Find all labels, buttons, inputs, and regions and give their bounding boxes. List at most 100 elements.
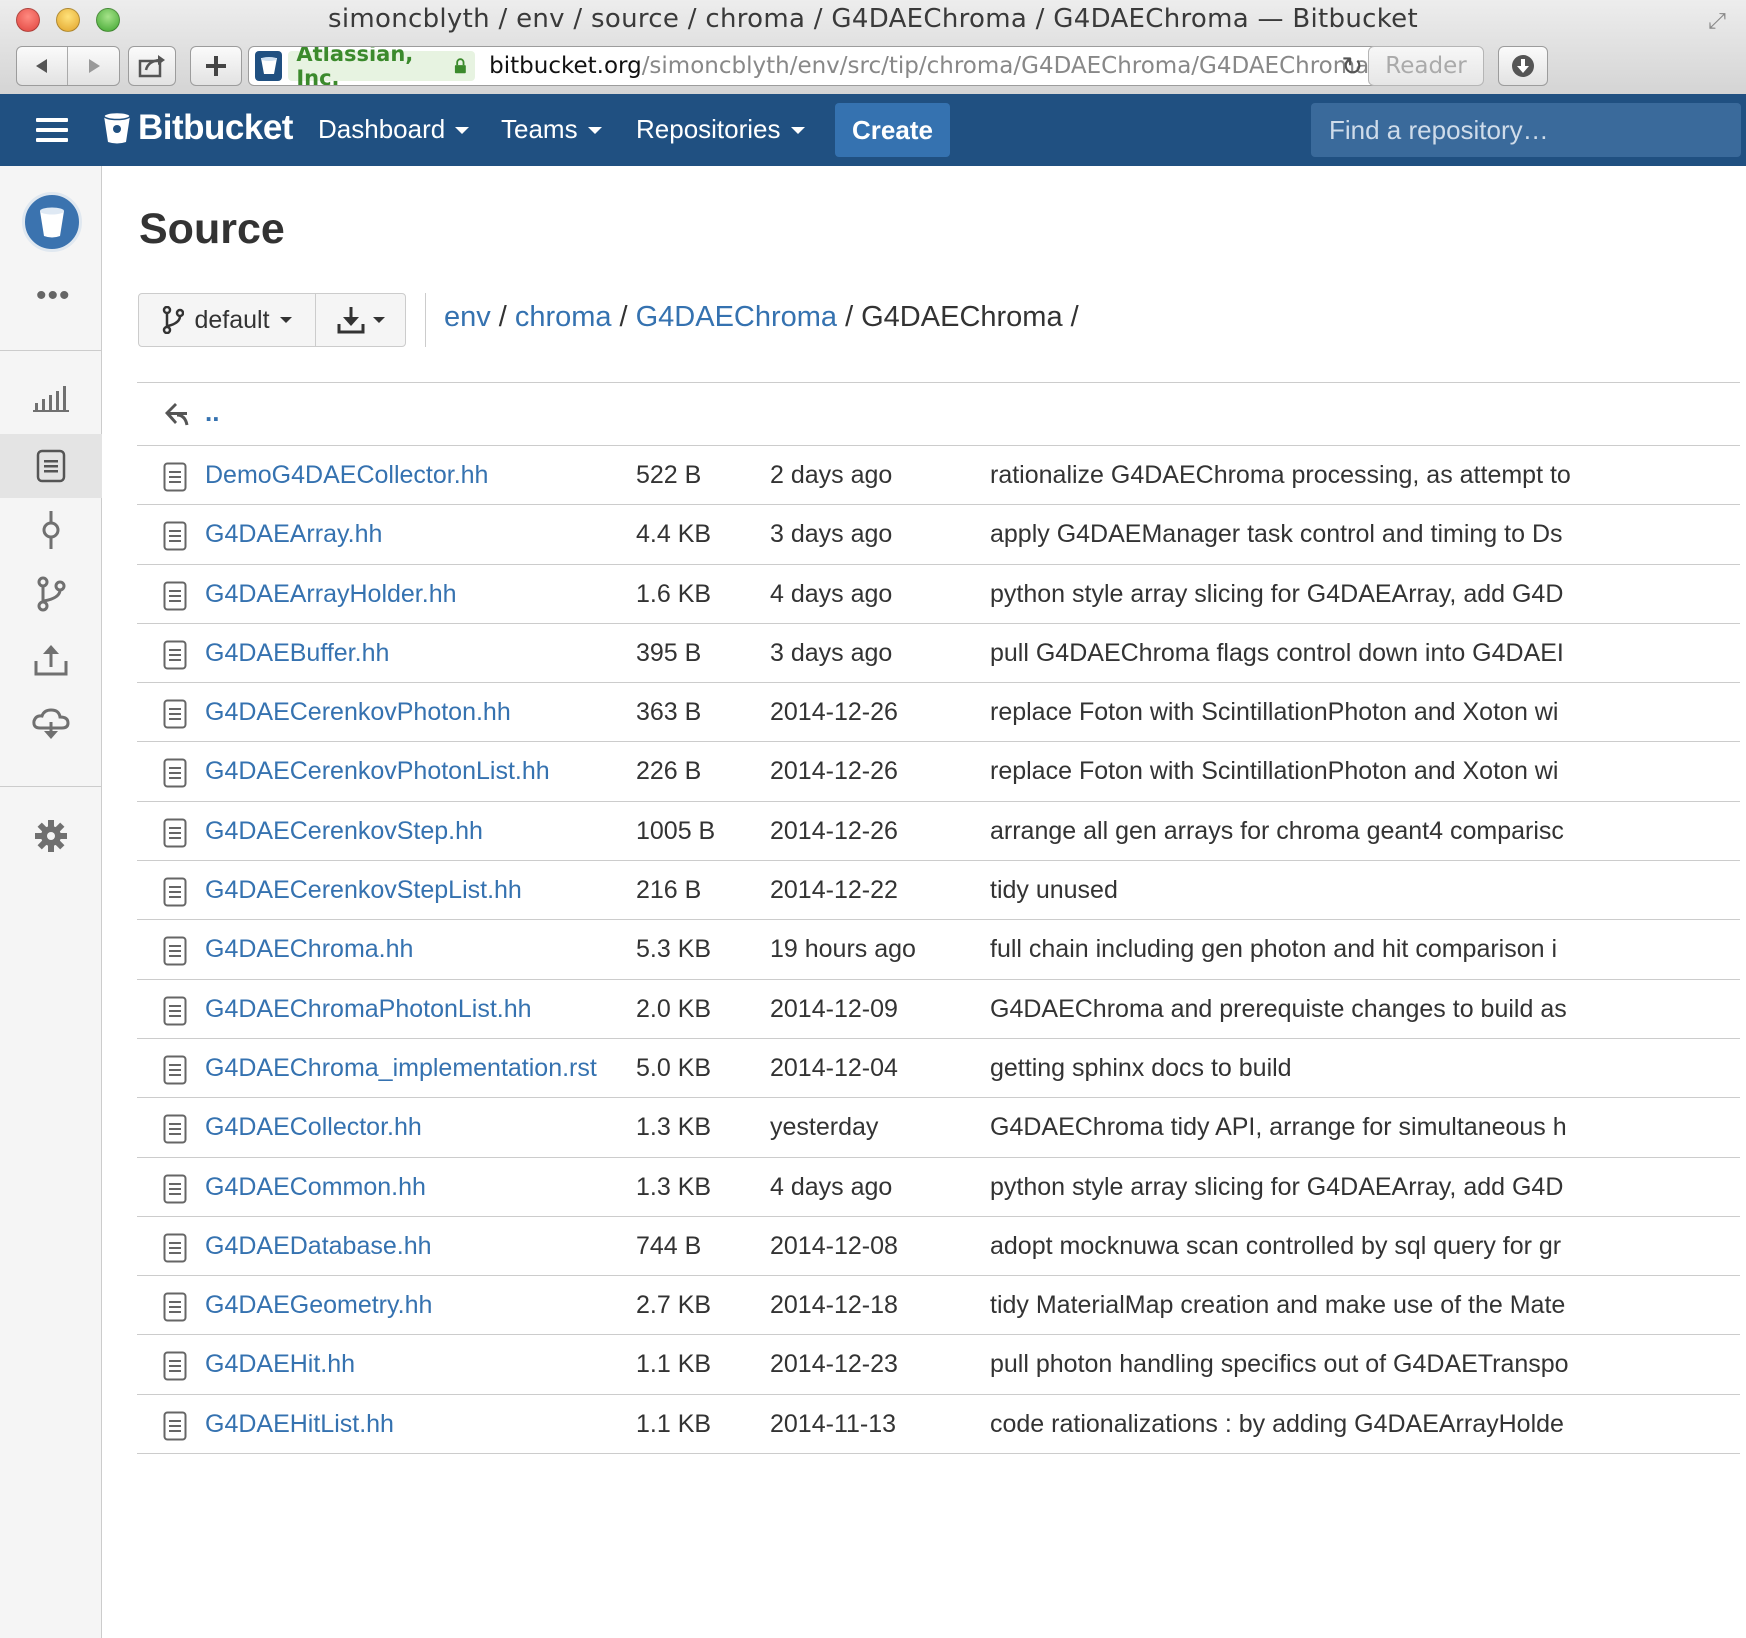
file-name-link[interactable]: DemoG4DAECollector.hh xyxy=(205,461,488,490)
file-name-link[interactable]: G4DAECerenkovPhoton.hh xyxy=(205,698,511,727)
fullscreen-icon[interactable]: ⤢ xyxy=(1702,6,1732,36)
file-row[interactable]: G4DAECerenkovStep.hh 1005 B 2014-12-26 arra… xyxy=(137,802,1746,862)
file-row[interactable]: G4DAECerenkovPhotonList.hh 226 B 2014-12-2… xyxy=(137,742,1746,802)
file-date: 2014-12-04 xyxy=(770,1053,898,1082)
breadcrumb-separator: / xyxy=(1070,301,1079,333)
file-row[interactable]: G4DAECollector.hh 1.3 KB yesterday G4DAEChr… xyxy=(137,1098,1746,1158)
downloads-button[interactable] xyxy=(1498,46,1548,86)
file-icon xyxy=(163,1351,187,1381)
file-row[interactable]: G4DAECerenkovStepList.hh 216 B 2014-12-22 t… xyxy=(137,861,1746,921)
file-size: 1.1 KB xyxy=(636,1350,712,1379)
parent-directory-link[interactable]: .. xyxy=(205,397,219,428)
download-repo-button[interactable] xyxy=(316,294,405,346)
file-name-link[interactable]: G4DAEHit.hh xyxy=(205,1350,355,1379)
nav-repositories[interactable]: Repositories xyxy=(636,114,805,145)
sidebar-item-commits[interactable] xyxy=(0,498,102,562)
upload-tray-icon xyxy=(34,645,68,676)
sidebar-divider xyxy=(0,786,102,787)
branch-toolbar: default xyxy=(138,293,406,347)
share-button[interactable] xyxy=(128,46,176,86)
sidebar-divider xyxy=(0,350,102,351)
file-icon xyxy=(163,877,187,907)
file-name-link[interactable]: G4DAECerenkovStep.hh xyxy=(205,817,483,846)
new-tab-button[interactable] xyxy=(190,46,242,86)
menu-hamburger-icon[interactable] xyxy=(36,118,68,142)
nav-dashboard[interactable]: Dashboard xyxy=(318,114,470,145)
file-row[interactable]: G4DAEChroma_implementation.rst 5.0 KB 2014… xyxy=(137,1039,1746,1099)
file-icon xyxy=(163,1411,187,1441)
file-name-link[interactable]: G4DAEArrayHolder.hh xyxy=(205,580,457,609)
file-row[interactable]: G4DAEChromaPhotonList.hh 2.0 KB 2014-12-09… xyxy=(137,980,1746,1039)
file-name-link[interactable]: G4DAEBuffer.hh xyxy=(205,639,389,668)
create-button[interactable]: Create xyxy=(835,103,950,157)
file-name-link[interactable]: G4DAEArray.hh xyxy=(205,520,382,549)
file-name-link[interactable]: G4DAEHitList.hh xyxy=(205,1410,394,1439)
file-name-link[interactable]: G4DAECerenkovStepList.hh xyxy=(205,876,522,905)
file-row[interactable]: G4DAEArrayHolder.hh 1.6 KB 4 days ago pytho… xyxy=(137,565,1746,624)
file-name-link[interactable]: G4DAECommon.hh xyxy=(205,1173,426,1202)
file-row[interactable]: G4DAEBuffer.hh 395 B 3 days ago pull G4DAEC… xyxy=(137,624,1746,684)
parent-directory-row[interactable]: .. xyxy=(137,383,1746,446)
ev-certificate-badge[interactable]: Atlassian, Inc. xyxy=(288,47,476,85)
commit-message: G4DAEChroma tidy API, arrange for simult… xyxy=(990,1113,1567,1142)
file-row[interactable]: DemoG4DAECollector.hh 522 B 2 days ago rati… xyxy=(137,446,1746,506)
file-row[interactable]: G4DAEChroma.hh 5.3 KB 19 hours ago full cha… xyxy=(137,920,1746,980)
sidebar-item-downloads[interactable] xyxy=(0,692,102,756)
branch-selector[interactable]: default xyxy=(139,294,316,346)
reload-icon[interactable]: ↻ xyxy=(1341,51,1363,82)
breadcrumb: env / chroma / G4DAEChroma / G4DAEChroma / xyxy=(444,301,1087,334)
sidebar-item-branches[interactable] xyxy=(0,562,102,626)
file-date: yesterday xyxy=(770,1113,879,1142)
breadcrumb-g4daechroma[interactable]: G4DAEChroma xyxy=(636,301,837,333)
commit-message: arrange all gen arrays for chroma geant4… xyxy=(990,816,1564,845)
sidebar-item-pull-requests[interactable] xyxy=(0,628,102,692)
file-name-link[interactable]: G4DAEChroma.hh xyxy=(205,935,413,964)
forward-button[interactable] xyxy=(68,47,119,85)
file-date: 2014-12-09 xyxy=(770,994,898,1023)
file-size: 1.6 KB xyxy=(636,579,712,608)
gear-icon xyxy=(35,820,67,852)
repo-avatar[interactable] xyxy=(22,192,82,252)
file-row[interactable]: G4DAEHitList.hh 1.1 KB 2014-11-13 code rati… xyxy=(137,1395,1746,1455)
file-row[interactable]: G4DAEHit.hh 1.1 KB 2014-12-23 pull photon h… xyxy=(137,1335,1746,1395)
commit-message: pull photon handling specifics out of G4… xyxy=(990,1350,1569,1379)
back-button[interactable] xyxy=(17,47,68,85)
source-file-icon xyxy=(36,449,66,483)
address-bar[interactable]: Atlassian, Inc. bitbucket.org/simoncblyt… xyxy=(248,46,1378,86)
file-row[interactable]: G4DAEGeometry.hh 2.7 KB 2014-12-18 tidy Mat… xyxy=(137,1276,1746,1336)
file-icon xyxy=(163,818,187,848)
bitbucket-header: Bitbucket Dashboard Teams Repositories C… xyxy=(0,94,1746,166)
file-row[interactable]: G4DAECommon.hh 1.3 KB 4 days ago python sty… xyxy=(137,1158,1746,1217)
file-name-link[interactable]: G4DAEChroma_implementation.rst xyxy=(205,1054,597,1083)
find-repository-input[interactable]: Find a repository… xyxy=(1311,103,1741,157)
file-row[interactable]: G4DAEDatabase.hh 744 B 2014-12-08 adopt moc… xyxy=(137,1217,1746,1277)
file-date: 2014-12-26 xyxy=(770,816,898,845)
sidebar-item-source[interactable] xyxy=(0,434,102,498)
bucket-icon xyxy=(40,207,64,238)
reader-button[interactable]: Reader xyxy=(1368,46,1484,86)
file-name-link[interactable]: G4DAECollector.hh xyxy=(205,1113,422,1142)
commit-message: getting sphinx docs to build xyxy=(990,1053,1292,1082)
file-size: 1.1 KB xyxy=(636,1409,712,1438)
sidebar-item-settings[interactable] xyxy=(0,804,102,868)
more-options-icon[interactable]: ••• xyxy=(36,281,71,311)
file-name-link[interactable]: G4DAECerenkovPhotonList.hh xyxy=(205,757,550,786)
file-row[interactable]: G4DAEArray.hh 4.4 KB 3 days ago apply G4DAE… xyxy=(137,505,1746,565)
file-row[interactable]: G4DAECerenkovPhoton.hh 363 B 2014-12-26 rep… xyxy=(137,683,1746,743)
commit-message: tidy MaterialMap creation and make use o… xyxy=(990,1291,1566,1320)
nav-teams[interactable]: Teams xyxy=(501,114,602,145)
breadcrumb-chroma[interactable]: chroma xyxy=(515,301,612,333)
file-date: 2014-12-26 xyxy=(770,698,898,727)
chevron-down-icon xyxy=(455,127,470,134)
breadcrumb-env[interactable]: env xyxy=(444,301,491,333)
file-name-link[interactable]: G4DAEGeometry.hh xyxy=(205,1291,432,1320)
toolbar-separator xyxy=(425,293,426,347)
file-name-link[interactable]: G4DAEDatabase.hh xyxy=(205,1232,432,1261)
url-path: /simoncblyth/env/src/tip/chroma/G4DAEChr… xyxy=(641,53,1377,79)
bitbucket-logo[interactable]: Bitbucket xyxy=(102,108,293,148)
bitbucket-bucket-icon xyxy=(103,111,131,144)
sidebar-item-overview[interactable] xyxy=(0,366,102,430)
url-text: bitbucket.org/simoncblyth/env/src/tip/ch… xyxy=(489,53,1377,79)
back-forward-buttons xyxy=(16,46,120,86)
file-name-link[interactable]: G4DAEChromaPhotonList.hh xyxy=(205,995,532,1024)
